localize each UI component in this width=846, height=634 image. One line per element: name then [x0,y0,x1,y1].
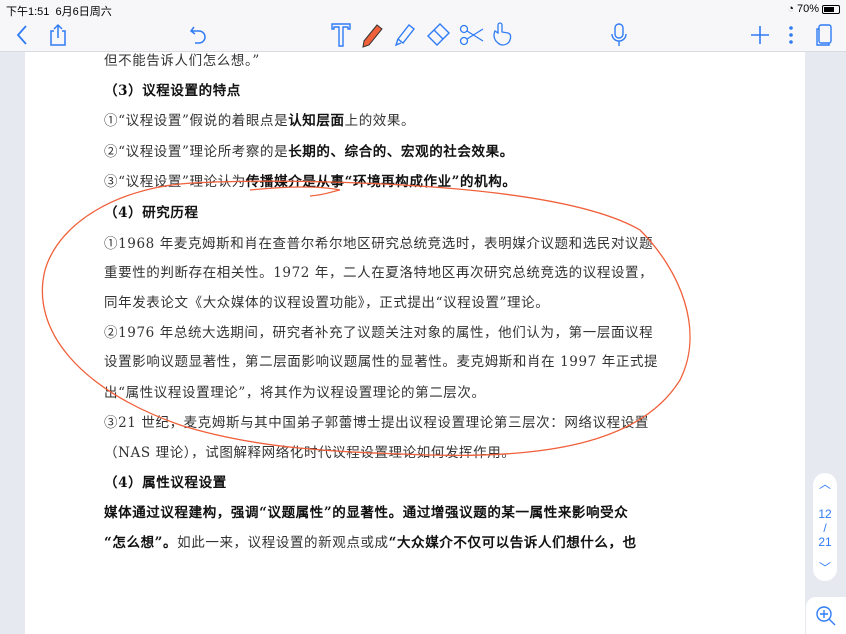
highlighter-button[interactable] [391,21,419,49]
undo-icon [189,26,206,44]
text-tool-icon [331,23,351,47]
microphone-icon [611,23,627,46]
next-page-button[interactable]: ﹀ [813,557,837,579]
text-segment: 但不能告诉人们怎么想。” [104,53,260,69]
add-icon [751,26,769,44]
eraser-button[interactable] [425,21,453,49]
more-icon [789,26,793,44]
text-segment: （4）属性议程设置 [104,475,227,491]
scissors-button[interactable] [458,21,486,49]
document-line: （4）研究历程 [104,201,199,221]
text-segment: 出“属性议程设置理论”，将其作为议程设置理论的第二层次。 [104,385,486,401]
document-line: 重要性的判断存在相关性。1972 年，二人在夏洛特地区再次研究总统竞选的议程设置… [104,261,653,281]
document-line: （4）属性议程设置 [104,471,227,491]
undo-button[interactable] [185,21,213,49]
text-segment: 重要性的判断存在相关性。1972 年，二人在夏洛特地区再次研究总统竞选的议程设置… [104,265,654,281]
status-time: 下午1:51 [6,6,50,18]
document-line: 但不能告诉人们怎么想。” [104,52,260,69]
document-line: ③21 世纪，麦克姆斯与其中国弟子郭蕾博士提出议程设置理论第三层次：网络议程设置 [104,411,649,431]
text-tool-button[interactable] [327,21,355,49]
text-segment: （3）议程设置的特点 [104,83,241,99]
document-line: ①1968 年麦克姆斯和肖在查普尔希尔地区研究总统竞选时，表明媒介议题和选民对议… [104,232,653,252]
wifi-icon: ◔ [787,3,794,15]
text-segment: ③21 世纪，麦克姆斯与其中国弟子郭蕾博士提出议程设置理论第三层次：网络议程设置 [104,415,649,431]
page-navigator: ︿ 12 / 21 ﹀ [813,473,837,581]
eraser-icon [427,23,450,46]
text-segment: ③“议程设置”理论认为 [104,174,246,190]
text-segment: ②“议程设置”理论所考察的是 [104,144,289,160]
text-segment: ①“议程设置”假说的着眼点是 [104,113,289,129]
zoom-in-icon [816,605,836,625]
pen-icon [362,24,383,48]
share-button[interactable] [44,21,72,49]
text-segment: ②1976 年总统大选期间，研究者补充了议题关注对象的属性，他们认为，第一层面议… [104,325,654,341]
document-line: （NAS 理论），试图解释网络化时代议程设置理论如何发挥作用。 [104,441,515,461]
text-segment: “怎么想”。 [104,535,178,551]
text-segment: ①1968 年麦克姆斯和肖在查普尔希尔地区研究总统竞选时，表明媒介议题和选民对议… [104,236,654,252]
share-icon [50,23,66,46]
current-page: 12 [818,507,832,521]
document-line: ③“议程设置”理论认为传播媒介是从事“环境再构成作业”的机构。 [104,170,516,190]
document-line: 出“属性议程设置理论”，将其作为议程设置理论的第二层次。 [104,381,486,401]
gesture-button[interactable] [489,21,517,49]
document-line: ②1976 年总统大选期间，研究者补充了议题关注对象的属性，他们认为，第一层面议… [104,321,653,341]
status-date: 6月6日周六 [55,6,112,18]
document-line: “怎么想”。如此一来，议程设置的新观点或成“大众媒介不仅可以告诉人们想什么，也 [104,531,637,551]
highlighter-icon [394,24,415,47]
back-button[interactable] [8,21,36,49]
document-page[interactable]: 但不能告诉人们怎么想。” （3）议程设置的特点 ①“议程设置”假说的着眼点是认知层面… [25,52,805,634]
more-button[interactable] [777,21,805,49]
document-line: 同年发表论文《大众媒体的议程设置功能》，正式提出“议程设置”理论。 [104,291,549,311]
hand-gesture-icon [493,22,512,46]
pen-tool-button[interactable] [359,21,387,49]
status-bar: 下午1:51 6月6日周六 ◔ 70% [0,0,846,18]
battery-icon [822,4,840,14]
toolbar [0,18,846,52]
text-segment: 认知层面 [288,113,345,129]
document-line: ②“议程设置”理论所考察的是长期的、综合的、宏观的社会效果。 [104,140,514,160]
back-icon [16,25,27,45]
total-pages: 21 [818,535,832,549]
text-segment: 设置影响议题显著性，第二层面影响议题属性的显著性。麦克姆斯和肖在 1997 年正… [104,354,659,370]
text-segment: 上的效果。 [344,113,416,129]
text-segment: “大众媒介不仅可以告诉人们想什么，也 [388,535,637,551]
text-segment: （NAS 理论），试图解释网络化时代议程设置理论如何发挥作用。 [104,445,516,461]
add-button[interactable] [746,21,774,49]
page-separator: / [823,521,827,535]
document-line: ①“议程设置”假说的着眼点是认知层面上的效果。 [104,109,415,129]
zoom-button[interactable] [806,597,846,634]
prev-page-button[interactable]: ︿ [813,473,837,495]
document-line: （3）议程设置的特点 [104,79,241,99]
text-segment: （4）研究历程 [104,205,199,221]
text-segment: 媒体通过议程建构，强调“议题属性”的显著性。通过增强议题的某一属性来影响受众 [104,505,629,521]
scissors-icon [459,24,484,46]
text-segment: 传播媒介是从事“环境再构成作业”的机构。 [245,174,517,190]
pages-icon [816,24,832,46]
battery-percent: 70% [796,3,819,15]
text-segment: 同年发表论文《大众媒体的议程设置功能》，正式提出“议程设置”理论。 [104,295,550,311]
pages-button[interactable] [810,21,838,49]
text-segment: 如此一来，议程设置的新观点或成 [177,535,389,551]
microphone-button[interactable] [605,21,633,49]
document-line: 媒体通过议程建构，强调“议题属性”的显著性。通过增强议题的某一属性来影响受众 [104,501,628,521]
document-line: 设置影响议题显著性，第二层面影响议题属性的显著性。麦克姆斯和肖在 1997 年正… [104,350,658,370]
text-segment: 长期的、综合的、宏观的社会效果。 [288,144,514,160]
